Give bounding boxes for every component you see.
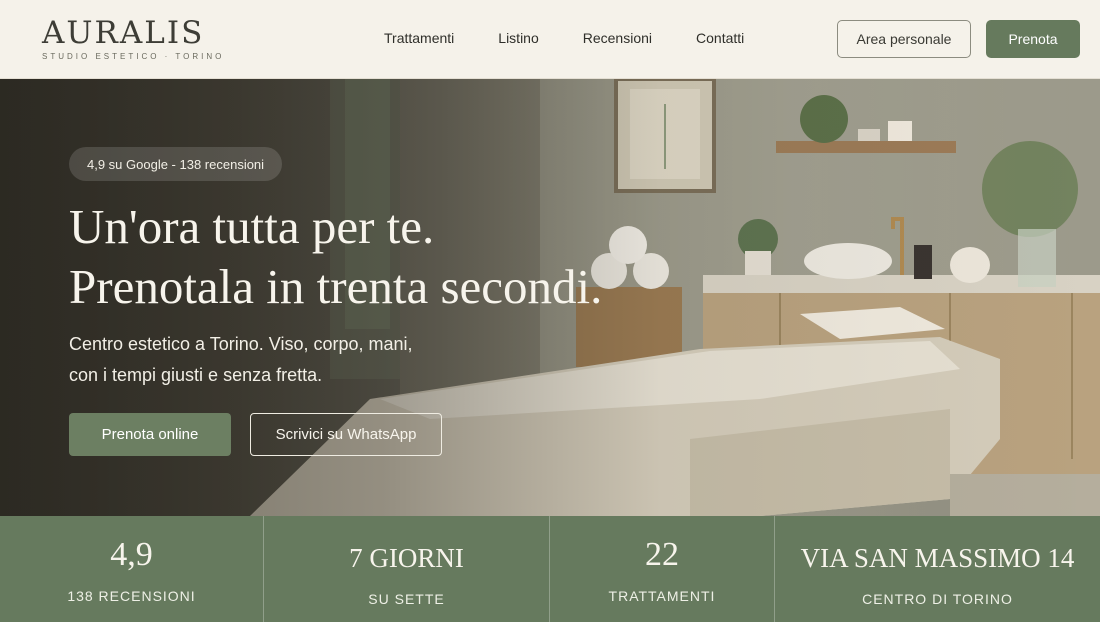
stat-value: 7 GIORNI <box>349 543 464 573</box>
hero-description-line-2: con i tempi giusti e senza fretta. <box>69 365 323 385</box>
nav-item-listino[interactable]: Listino <box>498 30 538 46</box>
stat-rating: 4,9 138 RECENSIONI <box>0 516 264 622</box>
stat-label: CENTRO DI TORINO <box>862 591 1013 607</box>
hero-section: 4,9 su Google - 138 recensioni Un'ora tu… <box>0 79 1100 516</box>
stat-days: 7 GIORNI SU SETTE <box>264 516 550 622</box>
stat-address: VIA SAN MASSIMO 14 CENTRO DI TORINO <box>775 516 1100 622</box>
whatsapp-button[interactable]: Scrivici su WhatsApp <box>250 413 442 456</box>
stats-bar: 4,9 138 RECENSIONI 7 GIORNI SU SETTE 22 … <box>0 516 1100 622</box>
stat-value: 4,9 <box>110 536 153 573</box>
hero-title-line-1: Un'ora tutta per te. <box>69 199 435 254</box>
book-button[interactable]: Prenota <box>986 20 1080 58</box>
hero-title: Un'ora tutta per te. Prenotala in trenta… <box>69 197 602 317</box>
book-online-button[interactable]: Prenota online <box>69 413 231 456</box>
brand-tagline: STUDIO ESTETICO · TORINO <box>42 52 225 61</box>
stat-label: 138 RECENSIONI <box>67 588 196 604</box>
stat-treatments: 22 TRATTAMENTI <box>550 516 775 622</box>
nav-item-recensioni[interactable]: Recensioni <box>583 30 652 46</box>
hero-title-line-2: Prenotala in trenta secondi. <box>69 259 603 314</box>
stat-label: SU SETTE <box>368 591 445 607</box>
main-nav: Trattamenti Listino Recensioni Contatti <box>384 30 788 46</box>
stat-value: 22 <box>645 536 679 573</box>
stat-value: VIA SAN MASSIMO 14 <box>800 543 1075 573</box>
brand-name: AURALIS <box>42 15 205 51</box>
personal-area-button[interactable]: Area personale <box>837 20 971 58</box>
hero-description: Centro estetico a Torino. Viso, corpo, m… <box>69 329 449 391</box>
hero-description-line-1: Centro estetico a Torino. Viso, corpo, m… <box>69 334 413 354</box>
rating-badge: 4,9 su Google - 138 recensioni <box>69 147 283 181</box>
site-header: AURALIS STUDIO ESTETICO · TORINO Trattam… <box>0 0 1100 79</box>
brand-logo[interactable]: AURALIS STUDIO ESTETICO · TORINO <box>42 16 224 61</box>
stat-label: TRATTAMENTI <box>608 588 716 604</box>
nav-item-trattamenti[interactable]: Trattamenti <box>384 30 454 46</box>
nav-item-contatti[interactable]: Contatti <box>696 30 744 46</box>
